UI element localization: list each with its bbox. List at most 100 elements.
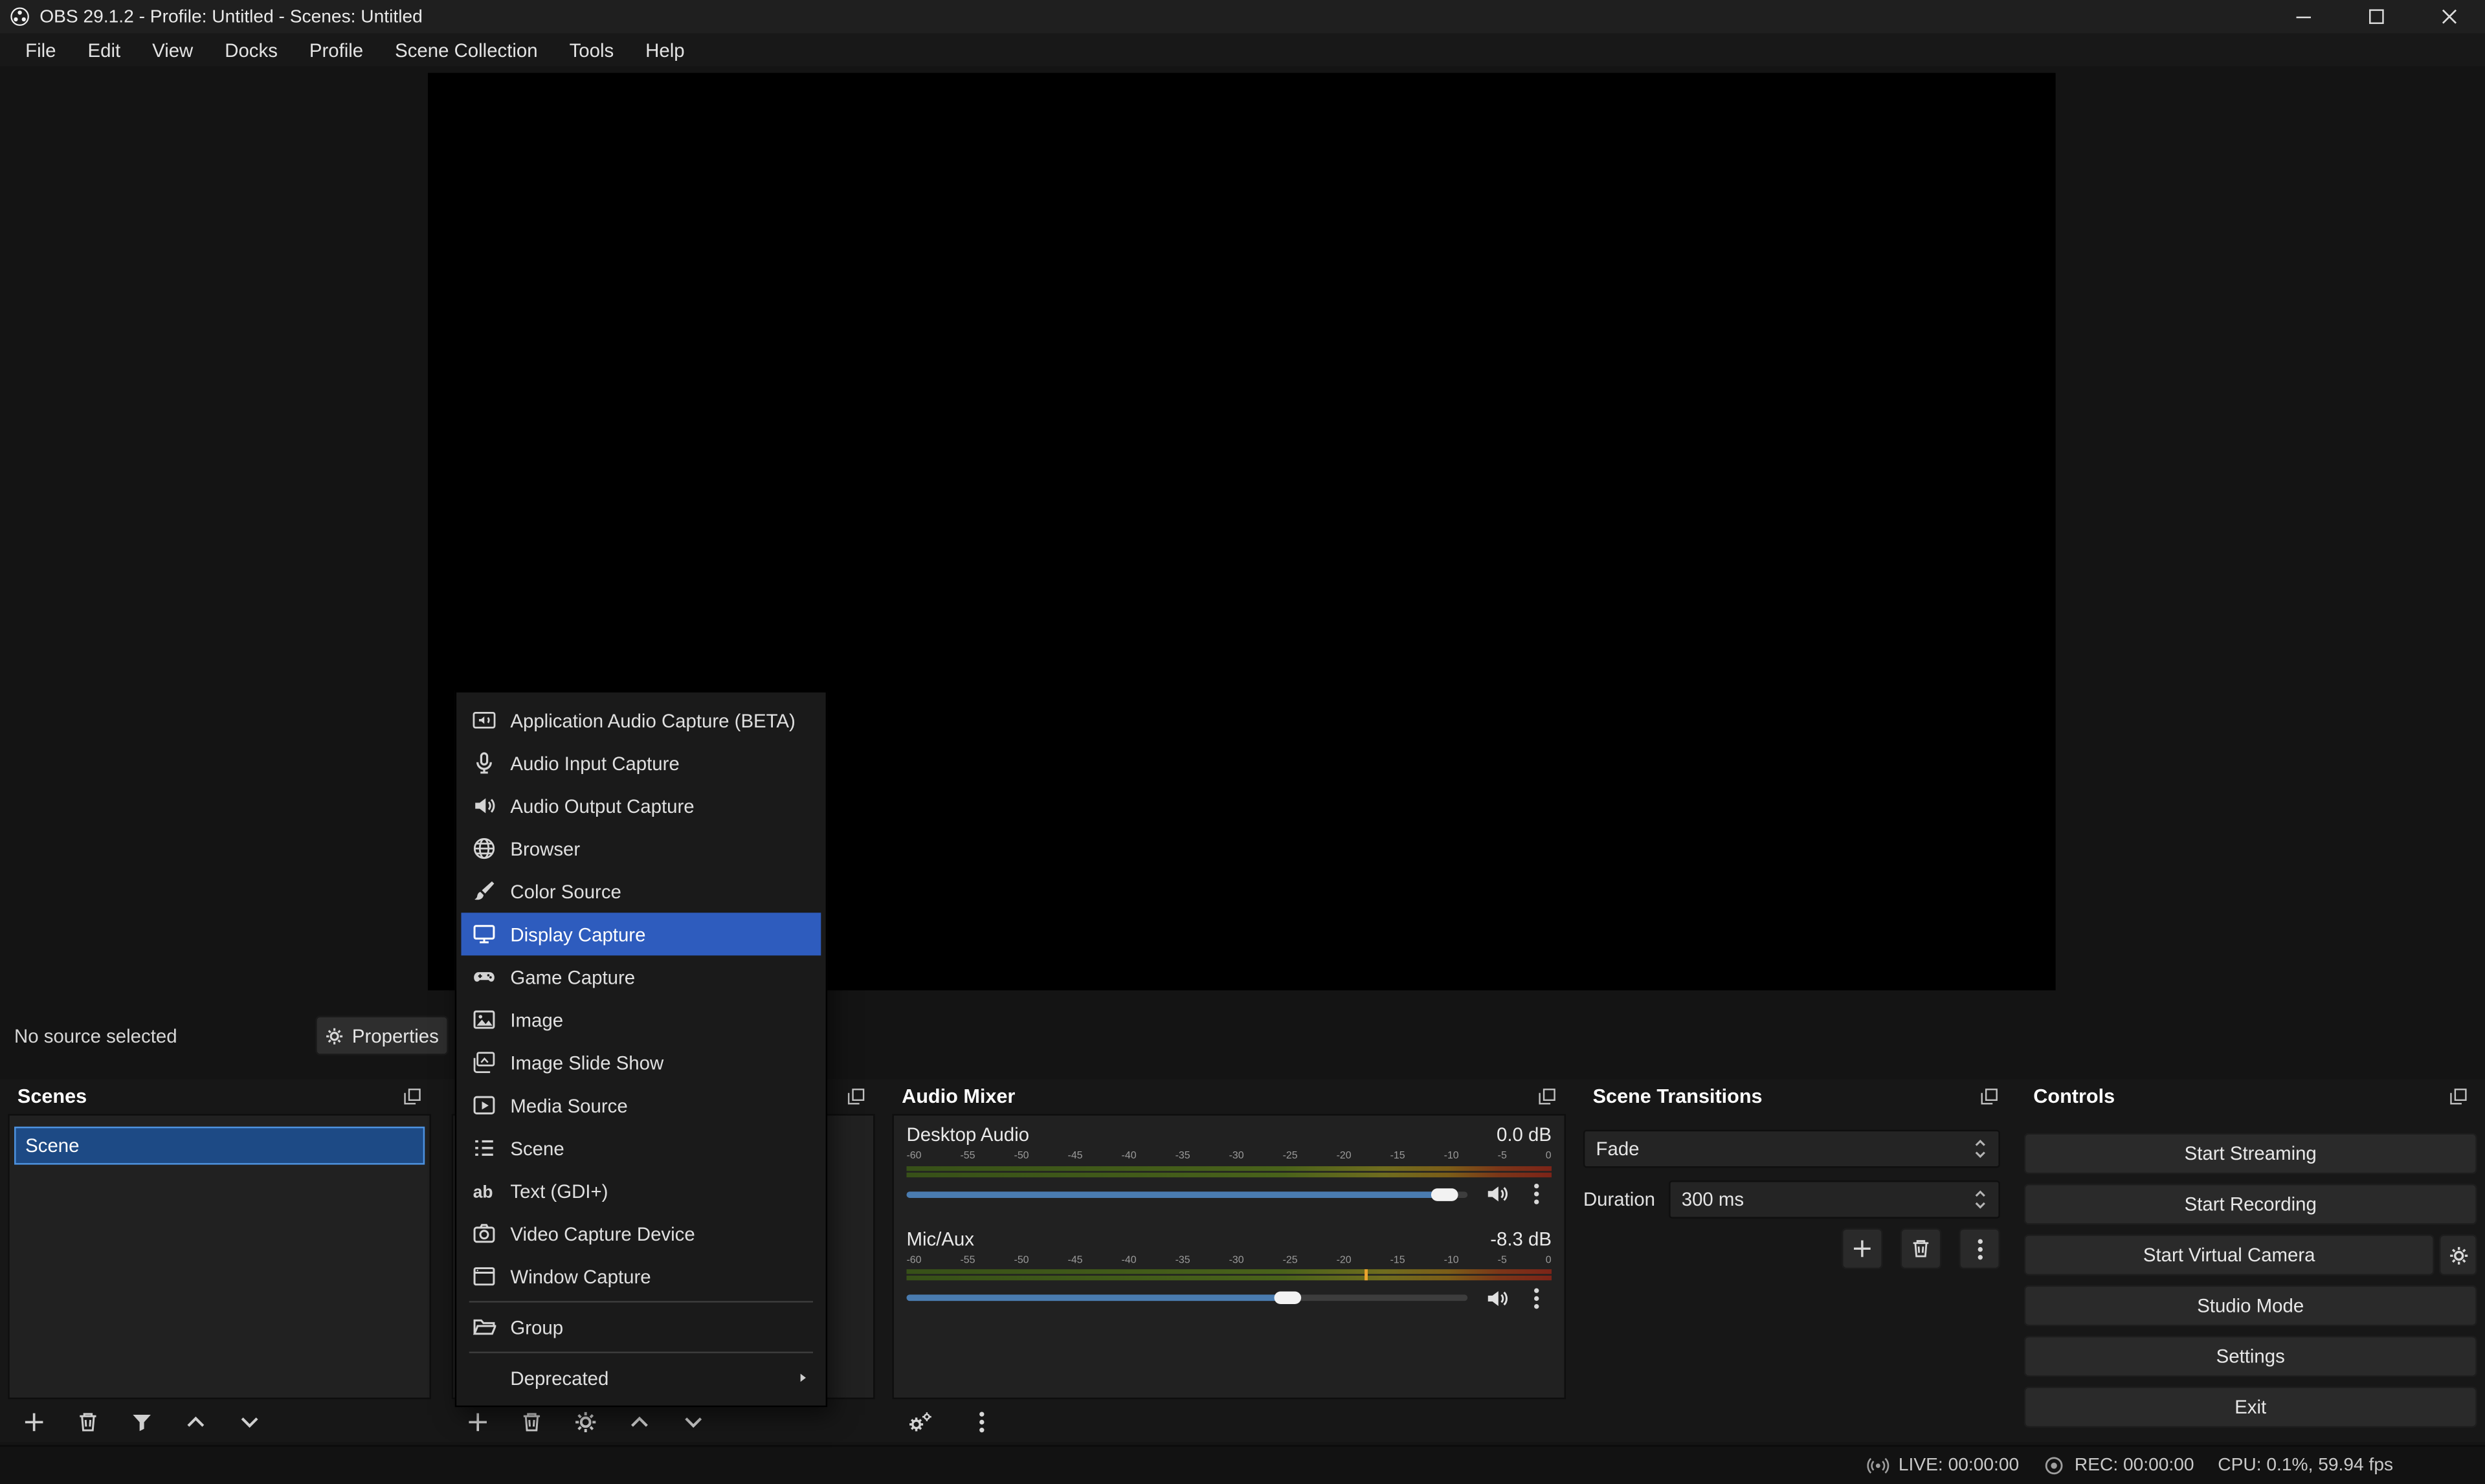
minimize-button[interactable] (2266, 0, 2339, 33)
source-item-video-capture-device[interactable]: Video Capture Device (461, 1212, 821, 1255)
scene-filters-button[interactable] (130, 1410, 154, 1434)
source-item-display-capture[interactable]: Display Capture (461, 913, 821, 955)
add-source-button[interactable] (466, 1410, 490, 1434)
popout-icon[interactable] (846, 1087, 865, 1106)
source-properties-button[interactable] (574, 1410, 597, 1434)
rec-status: REC: 00:00:00 (2043, 1455, 2194, 1477)
add-transition-button[interactable] (1842, 1228, 1883, 1270)
menu-file[interactable]: File (10, 33, 72, 66)
source-item-image[interactable]: Image (461, 998, 821, 1041)
controls-panel-title: Controls (2033, 1085, 2115, 1107)
slider-handle[interactable] (1274, 1291, 1301, 1304)
db-tick: 0 (1546, 1256, 1552, 1266)
dock-area: Scenes Scene (0, 1079, 2485, 1442)
speaker-icon[interactable] (1485, 1182, 1509, 1206)
close-button[interactable] (2412, 0, 2485, 33)
popout-icon[interactable] (1537, 1087, 1556, 1106)
window-controls (2266, 0, 2485, 33)
settings-button[interactable]: Settings (2024, 1336, 2477, 1377)
source-item-media-source[interactable]: Media Source (461, 1084, 821, 1127)
menu-item-label: Deprecated (510, 1367, 608, 1389)
close-icon (2440, 8, 2457, 25)
popout-icon[interactable] (2449, 1087, 2468, 1106)
source-item-scene[interactable]: Scene (461, 1127, 821, 1169)
transition-select[interactable]: Fade (1583, 1130, 2000, 1168)
virtual-camera-settings-button[interactable] (2439, 1234, 2477, 1276)
add-scene-button[interactable] (22, 1410, 46, 1434)
move-scene-up-button[interactable] (184, 1410, 208, 1434)
properties-button[interactable]: Properties (315, 1015, 449, 1055)
source-item-browser[interactable]: Browser (461, 827, 821, 870)
maximize-button[interactable] (2339, 0, 2413, 33)
db-tick: -55 (961, 1152, 975, 1162)
source-item-audio-input-capture[interactable]: Audio Input Capture (461, 742, 821, 784)
plus-icon (1851, 1237, 1873, 1259)
menu-item-label: Audio Output Capture (510, 795, 694, 817)
transition-menu-button[interactable] (1959, 1228, 2000, 1270)
menu-view[interactable]: View (137, 33, 209, 66)
menu-separator (469, 1301, 813, 1302)
remove-transition-button[interactable] (1900, 1228, 1942, 1270)
rec-status-text: REC: 00:00:00 (2075, 1456, 2194, 1475)
scene-list-icon (473, 1136, 496, 1160)
scenes-panel-title: Scenes (17, 1085, 87, 1107)
menu-item-label: Text (GDI+) (510, 1180, 608, 1202)
source-item-audio-output-capture[interactable]: Audio Output Capture (461, 784, 821, 827)
advanced-audio-button[interactable] (906, 1410, 933, 1434)
title-bar: OBS 29.1.2 - Profile: Untitled - Scenes:… (0, 0, 2485, 33)
menu-docks[interactable]: Docks (209, 33, 294, 66)
source-item-image-slide-show[interactable]: Image Slide Show (461, 1041, 821, 1084)
speaker-icon[interactable] (1485, 1286, 1509, 1310)
source-item-color-source[interactable]: Color Source (461, 870, 821, 913)
folder-icon (473, 1315, 496, 1339)
source-item-text-gdi[interactable]: ab Text (GDI+) (461, 1169, 821, 1212)
channel-db-value: -8.3 dB (1490, 1227, 1552, 1249)
popout-icon[interactable] (1979, 1087, 1998, 1106)
transition-buttons (1842, 1228, 2000, 1270)
menu-help[interactable]: Help (630, 33, 700, 66)
channel-menu-button[interactable] (1526, 1285, 1545, 1311)
source-item-group[interactable]: Group (461, 1305, 821, 1348)
menu-edit[interactable]: Edit (72, 33, 137, 66)
remove-source-button[interactable] (520, 1410, 544, 1434)
scenes-list: Scene (8, 1114, 431, 1399)
audio-mixer-toolbar (892, 1401, 1566, 1442)
menu-tools[interactable]: Tools (553, 33, 630, 66)
volume-slider[interactable] (906, 1285, 1467, 1311)
exit-button[interactable]: Exit (2024, 1386, 2477, 1428)
trash-icon (1910, 1237, 1932, 1259)
menu-scene-collection[interactable]: Scene Collection (379, 33, 553, 66)
move-source-up-button[interactable] (628, 1410, 652, 1434)
mixer-menu-button[interactable] (972, 1409, 990, 1434)
source-item-game-capture[interactable]: Game Capture (461, 955, 821, 998)
svg-text:ab: ab (473, 1182, 493, 1201)
remove-scene-button[interactable] (76, 1410, 100, 1434)
menu-profile[interactable]: Profile (293, 33, 379, 66)
source-item-window-capture[interactable]: Window Capture (461, 1255, 821, 1298)
db-tick: -55 (961, 1256, 975, 1266)
scene-list-item[interactable]: Scene (14, 1127, 425, 1165)
maximize-icon (2367, 8, 2385, 25)
start-virtual-camera-button[interactable]: Start Virtual Camera (2024, 1234, 2435, 1276)
audio-mixer-header: Audio Mixer (892, 1079, 1566, 1114)
move-scene-down-button[interactable] (238, 1410, 262, 1434)
gear-icon (2448, 1245, 2469, 1265)
spinner-arrows-icon (1973, 1187, 1987, 1212)
cpu-status: CPU: 0.1%, 59.94 fps (2218, 1456, 2393, 1475)
duration-spinbox[interactable]: 300 ms (1669, 1180, 2000, 1219)
db-tick: -25 (1283, 1152, 1298, 1162)
app-audio-capture-icon (473, 708, 496, 732)
db-tick: -40 (1122, 1256, 1137, 1266)
start-recording-button[interactable]: Start Recording (2024, 1184, 2477, 1225)
db-tick: -5 (1498, 1256, 1507, 1266)
source-item-deprecated[interactable]: Deprecated (461, 1357, 821, 1399)
move-source-down-button[interactable] (682, 1410, 706, 1434)
start-streaming-button[interactable]: Start Streaming (2024, 1133, 2477, 1175)
studio-mode-button[interactable]: Studio Mode (2024, 1285, 2477, 1327)
slider-handle[interactable] (1431, 1188, 1458, 1201)
popout-icon[interactable] (403, 1087, 421, 1106)
volume-slider[interactable] (906, 1181, 1467, 1206)
source-item-application-audio-capture[interactable]: Application Audio Capture (BETA) (461, 699, 821, 742)
channel-menu-button[interactable] (1526, 1181, 1545, 1206)
globe-icon (473, 837, 496, 861)
